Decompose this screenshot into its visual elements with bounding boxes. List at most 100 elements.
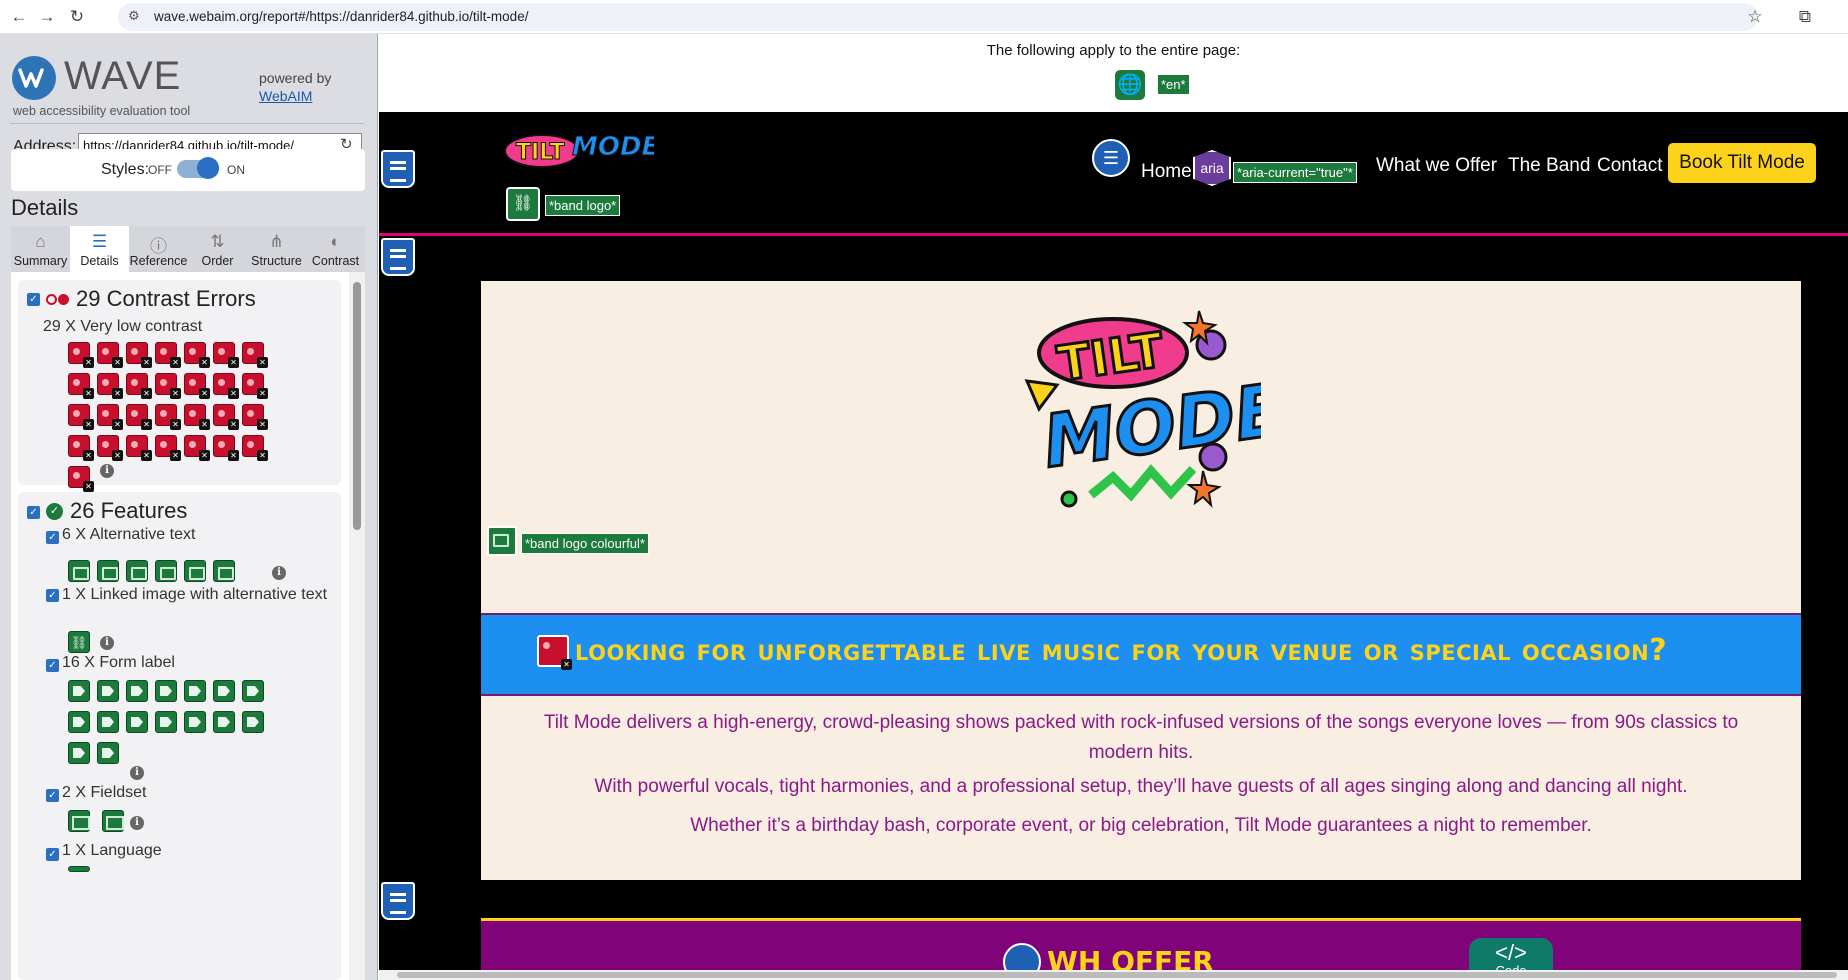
- page-preview: The following apply to the entire page: …: [379, 34, 1848, 980]
- contrast-error-icon[interactable]: [155, 373, 181, 399]
- extensions-icon[interactable]: ⧉: [1792, 4, 1818, 30]
- form-label-feature-icon[interactable]: [126, 680, 148, 702]
- contrast-error-icon[interactable]: [155, 435, 181, 461]
- styles-label: Styles:: [101, 161, 150, 178]
- form-label-feature-icon[interactable]: [126, 711, 148, 733]
- form-label-feature-icon[interactable]: [242, 711, 264, 733]
- contrast-error-icon[interactable]: [97, 404, 123, 430]
- tab-details[interactable]: ☰ Details: [70, 226, 129, 272]
- contrast-error-icon[interactable]: [242, 435, 268, 461]
- fieldset-checkbox[interactable]: ✓: [46, 789, 59, 802]
- nav-link-offer[interactable]: What we Offer: [1376, 155, 1497, 177]
- contrast-error-icon[interactable]: [126, 435, 152, 461]
- form-label-feature-icon[interactable]: [97, 742, 119, 764]
- form-label-feature-icon[interactable]: [155, 680, 177, 702]
- horizontal-scrollbar-thumb[interactable]: [397, 972, 1837, 978]
- image-alt-icon[interactable]: [487, 526, 517, 556]
- contrast-error-icon[interactable]: [68, 404, 94, 430]
- linked-image-icon[interactable]: ⛓: [506, 187, 540, 221]
- contrast-error-icon[interactable]: [68, 466, 94, 492]
- form-label-feature-icon[interactable]: [97, 711, 119, 733]
- tab-summary[interactable]: ⌂ Summary: [11, 226, 70, 272]
- panel-scrollbar-thumb[interactable]: [353, 282, 361, 530]
- form-label-feature-icon[interactable]: [184, 680, 206, 702]
- contrast-error-icon[interactable]: [184, 404, 210, 430]
- contrast-error-icon[interactable]: [242, 342, 268, 368]
- star-icon[interactable]: ☆: [1742, 4, 1768, 30]
- globe-icon[interactable]: 🌐: [1115, 70, 1145, 100]
- styles-off-label: OFF: [148, 163, 172, 177]
- form-label-feature-icon[interactable]: [155, 711, 177, 733]
- contrast-error-icon[interactable]: [68, 342, 94, 368]
- site-info-icon[interactable]: ⚙: [128, 8, 140, 24]
- order-icon: ⇅: [210, 232, 225, 251]
- tab-structure[interactable]: ⋔ Structure: [247, 226, 306, 272]
- contrast-error-icons: [18, 280, 341, 492]
- contrast-error-icon[interactable]: [68, 373, 94, 399]
- book-tilt-mode-button[interactable]: Book Tilt Mode: [1668, 143, 1816, 183]
- address-bar[interactable]: ⚙ wave.webaim.org/report#/https://danrid…: [118, 3, 1758, 31]
- main-region-icon[interactable]: [381, 238, 415, 276]
- sidebar-tabs: ⌂ Summary ☰ Details ⓘ Reference ⇅ Order …: [11, 226, 365, 272]
- contrast-error-icon[interactable]: [97, 373, 123, 399]
- language-label: 1 X Language: [62, 842, 162, 859]
- headline-text: Looking for unforgettable live music for…: [575, 633, 1668, 668]
- logo-small-tilt: TILT: [516, 140, 565, 165]
- contrast-error-icon[interactable]: [213, 404, 239, 430]
- webaim-link[interactable]: WebAIM: [259, 88, 312, 104]
- contrast-error-icon[interactable]: [126, 342, 152, 368]
- form-label-feature-icon[interactable]: [68, 742, 90, 764]
- list-icon[interactable]: ☰: [1092, 139, 1130, 177]
- contrast-error-icon[interactable]: [213, 373, 239, 399]
- band-logo-colourful: TILT MODE: [1024, 310, 1261, 508]
- contrast-error-icon[interactable]: [184, 342, 210, 368]
- form-label-feature-icon[interactable]: [68, 711, 90, 733]
- contrast-error-icon[interactable]: [126, 373, 152, 399]
- info-icon[interactable]: i: [100, 464, 114, 478]
- wave-tagline: web accessibility evaluation tool: [13, 104, 191, 118]
- tab-label: Reference: [129, 254, 188, 268]
- info-icon[interactable]: i: [130, 816, 144, 830]
- contrast-error-icon[interactable]: [97, 342, 123, 368]
- contrast-error-icon[interactable]: [155, 404, 181, 430]
- tab-contrast[interactable]: ◐ Contrast: [306, 226, 365, 272]
- contrast-error-icon[interactable]: [537, 635, 572, 670]
- band-logo-small[interactable]: TILT MODE: [504, 127, 660, 176]
- fieldset-feature-icon[interactable]: [102, 810, 124, 832]
- form-label-feature-icon[interactable]: [97, 680, 119, 702]
- contrast-error-icon[interactable]: [97, 435, 123, 461]
- tab-reference[interactable]: ⓘ Reference: [129, 226, 188, 272]
- language-feature-icon[interactable]: [68, 866, 90, 872]
- back-icon[interactable]: ←: [6, 4, 32, 30]
- contrast-error-icon[interactable]: [184, 435, 210, 461]
- contrast-error-icon[interactable]: [68, 435, 94, 461]
- nav-link-home[interactable]: Home: [1141, 161, 1192, 183]
- header-region-icon[interactable]: [381, 150, 415, 188]
- info-icon[interactable]: i: [130, 766, 144, 780]
- contrast-error-icon[interactable]: [126, 404, 152, 430]
- tab-label: Order: [201, 254, 234, 268]
- contrast-error-icon[interactable]: [242, 373, 268, 399]
- fieldset-feature-icon[interactable]: [68, 810, 90, 832]
- form-label-feature-icon[interactable]: [213, 711, 235, 733]
- contrast-error-icon[interactable]: [213, 435, 239, 461]
- form-label-feature-icon[interactable]: [213, 680, 235, 702]
- contrast-error-icon[interactable]: [184, 373, 210, 399]
- styles-toggle-knob[interactable]: [197, 157, 219, 179]
- contrast-error-icon[interactable]: [213, 342, 239, 368]
- forward-icon[interactable]: →: [34, 4, 60, 30]
- nav-link-contact[interactable]: Contact: [1597, 155, 1662, 177]
- tab-label: Summary: [13, 254, 68, 268]
- tab-order[interactable]: ⇅ Order: [188, 226, 247, 272]
- form-label-feature-icon[interactable]: [68, 680, 90, 702]
- reload-icon[interactable]: ↻: [64, 4, 90, 30]
- section-region-icon[interactable]: [381, 882, 415, 920]
- form-label-feature-icon[interactable]: [184, 711, 206, 733]
- aria-badge-icon[interactable]: aria: [1193, 150, 1231, 186]
- nav-link-band[interactable]: The Band: [1508, 155, 1590, 177]
- contrast-error-icon[interactable]: [242, 404, 268, 430]
- language-checkbox[interactable]: ✓: [46, 848, 59, 861]
- form-label-feature-icon[interactable]: [242, 680, 264, 702]
- info-icon: ⓘ: [150, 237, 167, 256]
- contrast-error-icon[interactable]: [155, 342, 181, 368]
